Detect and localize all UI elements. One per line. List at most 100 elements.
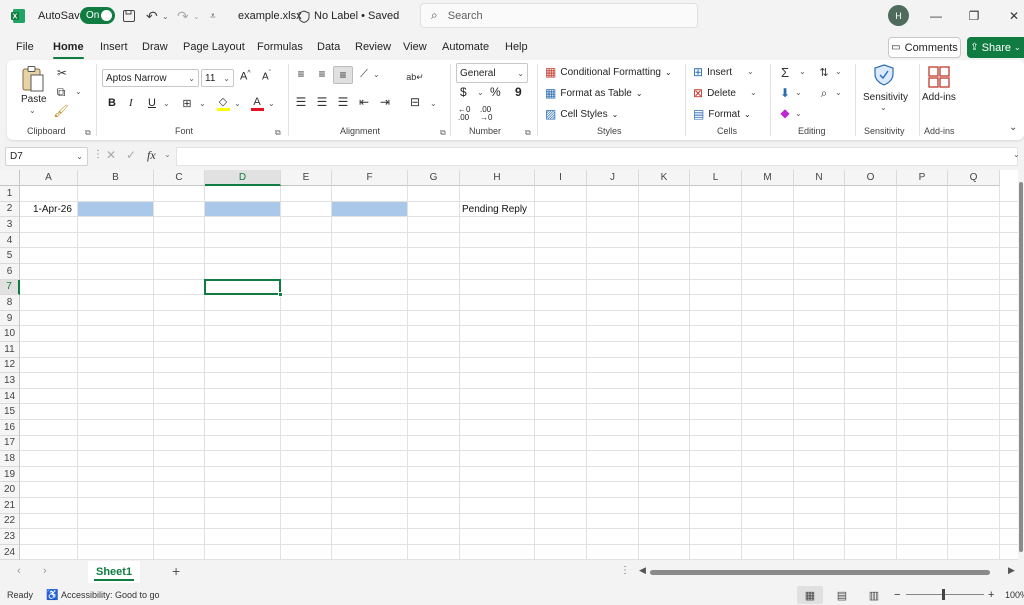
column-header-m[interactable]: M (742, 170, 794, 186)
filled-cell-d2[interactable] (205, 201, 280, 217)
percent-button[interactable]: % (490, 85, 501, 99)
expand-formula-icon[interactable]: ⌄ (1013, 150, 1020, 159)
autosum-dropdown-icon[interactable]: ⌄ (799, 67, 806, 76)
column-header-o[interactable]: O (845, 170, 897, 186)
page-break-view-icon[interactable]: ▥ (861, 586, 887, 604)
tab-insert[interactable]: Insert (100, 36, 128, 58)
merge-center-icon[interactable]: ⊟ (407, 95, 423, 109)
cancel-entry-icon[interactable]: ✕ (106, 148, 116, 162)
font-launcher-icon[interactable]: ⧉ (275, 128, 281, 138)
clipboard-launcher-icon[interactable]: ⧉ (85, 128, 91, 138)
borders-dropdown-icon[interactable]: ⌄ (199, 99, 206, 108)
row-header-1[interactable]: 1 (0, 186, 20, 202)
column-header-p[interactable]: P (897, 170, 948, 186)
italic-button[interactable]: I (129, 97, 133, 109)
vertical-scrollbar[interactable] (1018, 170, 1024, 560)
tab-automate[interactable]: Automate (442, 36, 489, 58)
tab-data[interactable]: Data (317, 36, 340, 58)
column-header-d[interactable]: D (205, 170, 281, 186)
chevron-down-icon[interactable]: ⌄ (164, 150, 171, 159)
row-header-23[interactable]: 23 (0, 529, 20, 545)
autosave-toggle[interactable]: On (80, 7, 115, 24)
more-options-icon[interactable]: ⋮ (93, 149, 103, 160)
active-cell-d7[interactable] (204, 278, 283, 298)
copy-dropdown-icon[interactable]: ⌄ (75, 87, 82, 96)
save-icon[interactable] (122, 0, 136, 32)
increase-font-icon[interactable]: A^ (240, 70, 251, 83)
avatar[interactable]: H (888, 5, 909, 26)
next-sheet-icon[interactable]: › (43, 565, 47, 577)
tab-view[interactable]: View (403, 36, 427, 58)
orientation-dropdown-icon[interactable]: ⌄ (373, 70, 380, 79)
column-header-a[interactable]: A (20, 170, 78, 186)
search-input[interactable]: ⌕ Search (420, 3, 698, 28)
align-top-icon[interactable]: ≡ (294, 67, 308, 81)
comments-button[interactable]: ▭ Comments (888, 37, 961, 58)
currency-button[interactable]: $ (460, 85, 467, 99)
zoom-slider-thumb[interactable] (942, 589, 945, 600)
align-bottom-icon[interactable]: ≡ (333, 66, 353, 84)
row-header-3[interactable]: 3 (0, 217, 20, 233)
copy-icon[interactable]: ⧉ (54, 85, 68, 99)
formula-input[interactable] (176, 147, 1018, 166)
sensitivity-icon[interactable] (873, 63, 895, 87)
page-layout-view-icon[interactable]: ▤ (829, 586, 855, 604)
add-ins-icon[interactable] (927, 65, 951, 89)
font-size-select[interactable]: 11 ⌄ (201, 69, 234, 87)
row-header-9[interactable]: 9 (0, 310, 20, 327)
row-header-16[interactable]: 16 (0, 420, 20, 436)
row-header-21[interactable]: 21 (0, 498, 20, 514)
select-all-corner[interactable] (0, 170, 20, 186)
column-header-h[interactable]: H (460, 170, 535, 186)
align-right-icon[interactable]: ☰ (336, 95, 350, 109)
filled-cell-f2[interactable] (332, 201, 407, 217)
row-header-24[interactable]: 24 (0, 544, 20, 560)
tab-review[interactable]: Review (355, 36, 391, 58)
column-header-q[interactable]: Q (948, 170, 1000, 186)
undo-icon[interactable]: ↶ (146, 0, 158, 32)
row-header-19[interactable]: 19 (0, 466, 20, 483)
customize-qat-icon[interactable]: ⩡ (210, 0, 216, 32)
tab-page-layout[interactable]: Page Layout (183, 36, 245, 58)
row-header-11[interactable]: 11 (0, 342, 20, 358)
tab-help[interactable]: Help (505, 36, 528, 58)
zoom-out-icon[interactable]: − (894, 585, 900, 605)
delete-dropdown-icon[interactable]: ⌄ (750, 88, 757, 97)
confirm-entry-icon[interactable]: ✓ (126, 148, 136, 162)
chevron-down-icon[interactable]: ⌄ (393, 0, 400, 32)
tab-formulas[interactable]: Formulas (257, 36, 303, 58)
format-cells-button[interactable]: ▤ Format ⌄ (693, 107, 751, 121)
horizontal-scroll-thumb[interactable] (650, 570, 990, 575)
orientation-icon[interactable]: ⟋ (357, 67, 371, 81)
cut-icon[interactable]: ✂ (55, 66, 69, 80)
fill-handle[interactable] (278, 292, 283, 298)
cell-a2[interactable]: 1-Apr-26 (33, 202, 72, 217)
font-family-select[interactable]: Aptos Narrow ⌄ (102, 69, 199, 87)
number-launcher-icon[interactable]: ⧉ (525, 128, 531, 138)
paste-icon[interactable] (19, 64, 47, 94)
row-header-2[interactable]: 2 (0, 201, 20, 218)
zoom-in-icon[interactable]: + (988, 585, 994, 605)
row-header-10[interactable]: 10 (0, 326, 20, 342)
clear-icon[interactable]: ◆ (778, 106, 792, 120)
paste-dropdown-icon[interactable]: ⌄ (29, 106, 36, 115)
restore-icon[interactable]: ❐ (955, 0, 993, 32)
insert-function-button[interactable]: fx (147, 148, 156, 163)
insert-dropdown-icon[interactable]: ⌄ (747, 67, 754, 76)
undo-dropdown-icon[interactable]: ⌄ (162, 0, 169, 32)
row-header-22[interactable]: 22 (0, 513, 20, 530)
more-sheets-icon[interactable]: ⋮ (620, 565, 630, 576)
find-select-icon[interactable]: ⌕ (817, 86, 831, 100)
sort-filter-icon[interactable]: ⇅ (816, 65, 832, 79)
align-left-icon[interactable]: ☰ (294, 95, 308, 109)
row-header-18[interactable]: 18 (0, 451, 20, 467)
redo-dropdown-icon[interactable]: ⌄ (193, 0, 200, 32)
sensitivity-button[interactable]: Sensitivity (863, 92, 908, 103)
tab-draw[interactable]: Draw (142, 36, 168, 58)
normal-view-icon[interactable]: ▦ (797, 586, 823, 604)
underline-dropdown-icon[interactable]: ⌄ (163, 99, 170, 108)
column-header-f[interactable]: F (332, 170, 408, 186)
clear-dropdown-icon[interactable]: ⌄ (795, 109, 802, 118)
label-status[interactable]: No Label • Saved (314, 0, 399, 32)
column-header-l[interactable]: L (690, 170, 742, 186)
